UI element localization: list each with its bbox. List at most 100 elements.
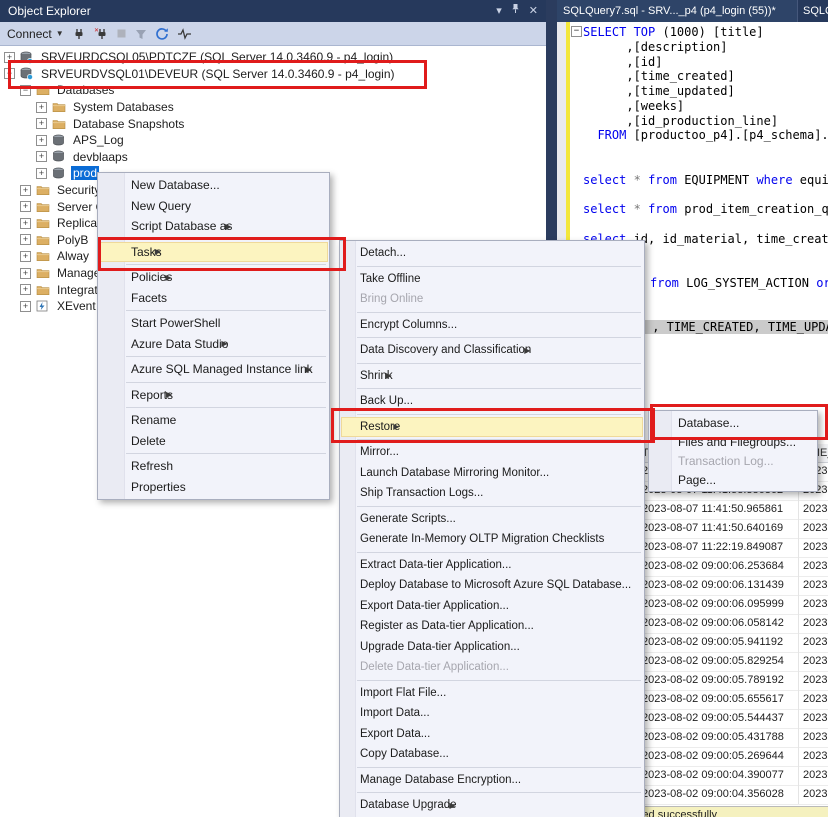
grid-cell-time-created[interactable]: 2023-08-02 09:00:05.544437 bbox=[639, 709, 799, 728]
menu-item-properties[interactable]: Properties bbox=[98, 477, 329, 498]
grid-cell-time-updated[interactable]: 2023-08-0 bbox=[799, 785, 828, 804]
tree-item-databases[interactable]: −Databases bbox=[0, 82, 546, 99]
menu-item-tasks[interactable]: Tasks▶ bbox=[98, 242, 329, 263]
activity-monitor-icon[interactable] bbox=[177, 28, 192, 40]
expander-expand-icon[interactable]: + bbox=[36, 151, 47, 162]
menu-item-policies[interactable]: Policies▶ bbox=[98, 267, 329, 288]
menu-item-import-data[interactable]: Import Data... bbox=[340, 703, 644, 724]
grid-cell-time-updated[interactable]: 2023-08-0 bbox=[799, 614, 828, 633]
menu-item-manage-database-encryption[interactable]: Manage Database Encryption... bbox=[340, 770, 644, 791]
menu-item-ship-transaction-logs[interactable]: Ship Transaction Logs... bbox=[340, 483, 644, 504]
menu-item-copy-database[interactable]: Copy Database... bbox=[340, 744, 644, 765]
refresh-icon[interactable] bbox=[155, 27, 169, 41]
connect-button[interactable]: Connect ▼ bbox=[7, 27, 64, 41]
expander-expand-icon[interactable]: + bbox=[36, 168, 47, 179]
menu-item-detach[interactable]: Detach... bbox=[340, 243, 644, 264]
menu-item-start-powershell[interactable]: Start PowerShell bbox=[98, 313, 329, 334]
grid-cell-time-created[interactable]: 2023-08-02 09:00:06.058142 bbox=[639, 614, 799, 633]
grid-cell-time-updated[interactable]: 2023-08-0 bbox=[799, 652, 828, 671]
grid-cell-time-created[interactable]: 2023-08-02 09:00:04.356028 bbox=[639, 785, 799, 804]
close-icon[interactable]: ✕ bbox=[529, 0, 538, 22]
grid-cell-time-updated[interactable]: 2023-08-0 bbox=[799, 633, 828, 652]
expander-expand-icon[interactable]: + bbox=[4, 52, 15, 63]
tab-sqlquery-next[interactable]: SQLQ bbox=[797, 0, 828, 22]
menu-item-generate-in-memory-oltp-migration-checklists[interactable]: Generate In-Memory OLTP Migration Checkl… bbox=[340, 529, 644, 550]
grid-cell-time-created[interactable]: 2023-08-02 09:00:05.269644 bbox=[639, 747, 799, 766]
expander-collapse-icon[interactable]: − bbox=[4, 68, 15, 79]
grid-cell-time-updated[interactable]: 2023-08-0 bbox=[799, 557, 828, 576]
menu-item-files-and-filegroups[interactable]: Files and Filegroups... bbox=[649, 432, 817, 451]
menu-item-database-upgrade[interactable]: Database Upgrade▶ bbox=[340, 795, 644, 816]
grid-cell-time-created[interactable]: 2023-08-07 11:41:50.965861 bbox=[639, 500, 799, 519]
tree-item-aps-log[interactable]: +APS_Log bbox=[0, 132, 546, 149]
grid-cell-time-updated[interactable]: 2023-08-0 bbox=[799, 690, 828, 709]
menu-item-new-query[interactable]: New Query bbox=[98, 196, 329, 217]
expander-expand-icon[interactable]: + bbox=[36, 135, 47, 146]
expander-expand-icon[interactable]: + bbox=[20, 185, 31, 196]
menu-item-database[interactable]: Database... bbox=[649, 413, 817, 432]
tree-item-system-databases[interactable]: +System Databases bbox=[0, 99, 546, 116]
menu-item-script-database-as[interactable]: Script Database as▶ bbox=[98, 216, 329, 237]
menu-item-rename[interactable]: Rename bbox=[98, 410, 329, 431]
grid-cell-time-created[interactable]: 2023-08-02 09:00:05.829254 bbox=[639, 652, 799, 671]
grid-cell-time-updated[interactable]: 2023-08-0 bbox=[799, 595, 828, 614]
menu-item-register-as-data-tier-application[interactable]: Register as Data-tier Application... bbox=[340, 616, 644, 637]
menu-item-new-database[interactable]: New Database... bbox=[98, 175, 329, 196]
grid-cell-time-updated[interactable]: 2023-08-0 bbox=[799, 709, 828, 728]
menu-item-export-data-tier-application[interactable]: Export Data-tier Application... bbox=[340, 596, 644, 617]
menu-item-encrypt-columns[interactable]: Encrypt Columns... bbox=[340, 315, 644, 336]
expander-expand-icon[interactable]: + bbox=[36, 118, 47, 129]
grid-cell-time-updated[interactable]: 2023-08-0 bbox=[799, 747, 828, 766]
menu-item-upgrade-data-tier-application[interactable]: Upgrade Data-tier Application... bbox=[340, 637, 644, 658]
connect-plug-icon[interactable] bbox=[72, 27, 86, 41]
grid-cell-time-updated[interactable]: 2023-08-0 bbox=[799, 728, 828, 747]
menu-item-facets[interactable]: Facets bbox=[98, 288, 329, 309]
filter-icon[interactable] bbox=[135, 28, 147, 40]
expander-expand-icon[interactable]: + bbox=[20, 301, 31, 312]
tab-sqlquery7[interactable]: SQLQuery7.sql - SRV..._p4 (p4_login (55)… bbox=[557, 0, 797, 22]
grid-cell-time-updated[interactable]: 2023-08-0 bbox=[799, 500, 828, 519]
menu-item-restore[interactable]: Restore▶ bbox=[340, 417, 644, 438]
menu-item-take-offline[interactable]: Take Offline bbox=[340, 269, 644, 290]
expander-expand-icon[interactable]: + bbox=[20, 284, 31, 295]
menu-item-page[interactable]: Page... bbox=[649, 470, 817, 489]
menu-item-deploy-database-to-microsoft-azure-sql-database[interactable]: Deploy Database to Microsoft Azure SQL D… bbox=[340, 575, 644, 596]
menu-item-launch-database-mirroring-monitor[interactable]: Launch Database Mirroring Monitor... bbox=[340, 463, 644, 484]
code-fold-icon[interactable]: − bbox=[571, 26, 582, 37]
tree-item-srveurdcsql05-pdtcze-sql-server-14-0-3460-9-p4-login[interactable]: +SRVEURDCSQL05\PDTCZE (SQL Server 14.0.3… bbox=[0, 49, 546, 66]
menu-item-shrink[interactable]: Shrink▶ bbox=[340, 366, 644, 387]
menu-item-back-up[interactable]: Back Up... bbox=[340, 391, 644, 412]
menu-item-import-flat-file[interactable]: Import Flat File... bbox=[340, 683, 644, 704]
tree-item-srveurdvsql01-deveur-sql-server-14-0-3460-9-p4-login[interactable]: −SRVEURDVSQL01\DEVEUR (SQL Server 14.0.3… bbox=[0, 66, 546, 83]
grid-cell-time-created[interactable]: 2023-08-02 09:00:06.253684 bbox=[639, 557, 799, 576]
expander-expand-icon[interactable]: + bbox=[20, 268, 31, 279]
grid-cell-time-created[interactable]: 2023-08-02 09:00:06.131439 bbox=[639, 576, 799, 595]
menu-item-azure-data-studio[interactable]: Azure Data Studio▶ bbox=[98, 334, 329, 355]
window-position-icon[interactable]: ▾ bbox=[496, 0, 502, 22]
menu-item-generate-scripts[interactable]: Generate Scripts... bbox=[340, 509, 644, 530]
grid-cell-time-updated[interactable]: 2023-08-0 bbox=[799, 576, 828, 595]
grid-cell-time-updated[interactable]: 2023-08-0 bbox=[799, 519, 828, 538]
tree-item-database-snapshots[interactable]: +Database Snapshots bbox=[0, 115, 546, 132]
expander-expand-icon[interactable]: + bbox=[20, 218, 31, 229]
grid-cell-time-updated[interactable]: 2023-08-0 bbox=[799, 538, 828, 557]
grid-cell-time-created[interactable]: 2023-08-07 11:22:19.849087 bbox=[639, 538, 799, 557]
menu-item-delete[interactable]: Delete bbox=[98, 431, 329, 452]
grid-cell-time-created[interactable]: 2023-08-02 09:00:05.789192 bbox=[639, 671, 799, 690]
expander-expand-icon[interactable]: + bbox=[36, 102, 47, 113]
grid-cell-time-created[interactable]: 2023-08-02 09:00:05.941192 bbox=[639, 633, 799, 652]
tree-item-devblaaps[interactable]: +devblaaps bbox=[0, 149, 546, 166]
disconnect-plug-icon[interactable]: ✕ bbox=[94, 27, 108, 41]
grid-cell-time-created[interactable]: 2023-08-02 09:00:06.095999 bbox=[639, 595, 799, 614]
menu-item-export-data[interactable]: Export Data... bbox=[340, 724, 644, 745]
grid-cell-time-created[interactable]: 2023-08-02 09:00:04.390077 bbox=[639, 766, 799, 785]
grid-cell-time-updated[interactable]: 2023-08-0 bbox=[799, 671, 828, 690]
expander-expand-icon[interactable]: + bbox=[20, 234, 31, 245]
menu-item-mirror[interactable]: Mirror... bbox=[340, 442, 644, 463]
grid-cell-time-created[interactable]: 2023-08-02 09:00:05.431788 bbox=[639, 728, 799, 747]
menu-item-data-discovery-and-classification[interactable]: Data Discovery and Classification▶ bbox=[340, 340, 644, 361]
pin-icon[interactable] bbox=[511, 0, 520, 22]
menu-item-reports[interactable]: Reports▶ bbox=[98, 385, 329, 406]
expander-collapse-icon[interactable]: − bbox=[20, 85, 31, 96]
grid-cell-time-updated[interactable]: 2023-08-0 bbox=[799, 766, 828, 785]
